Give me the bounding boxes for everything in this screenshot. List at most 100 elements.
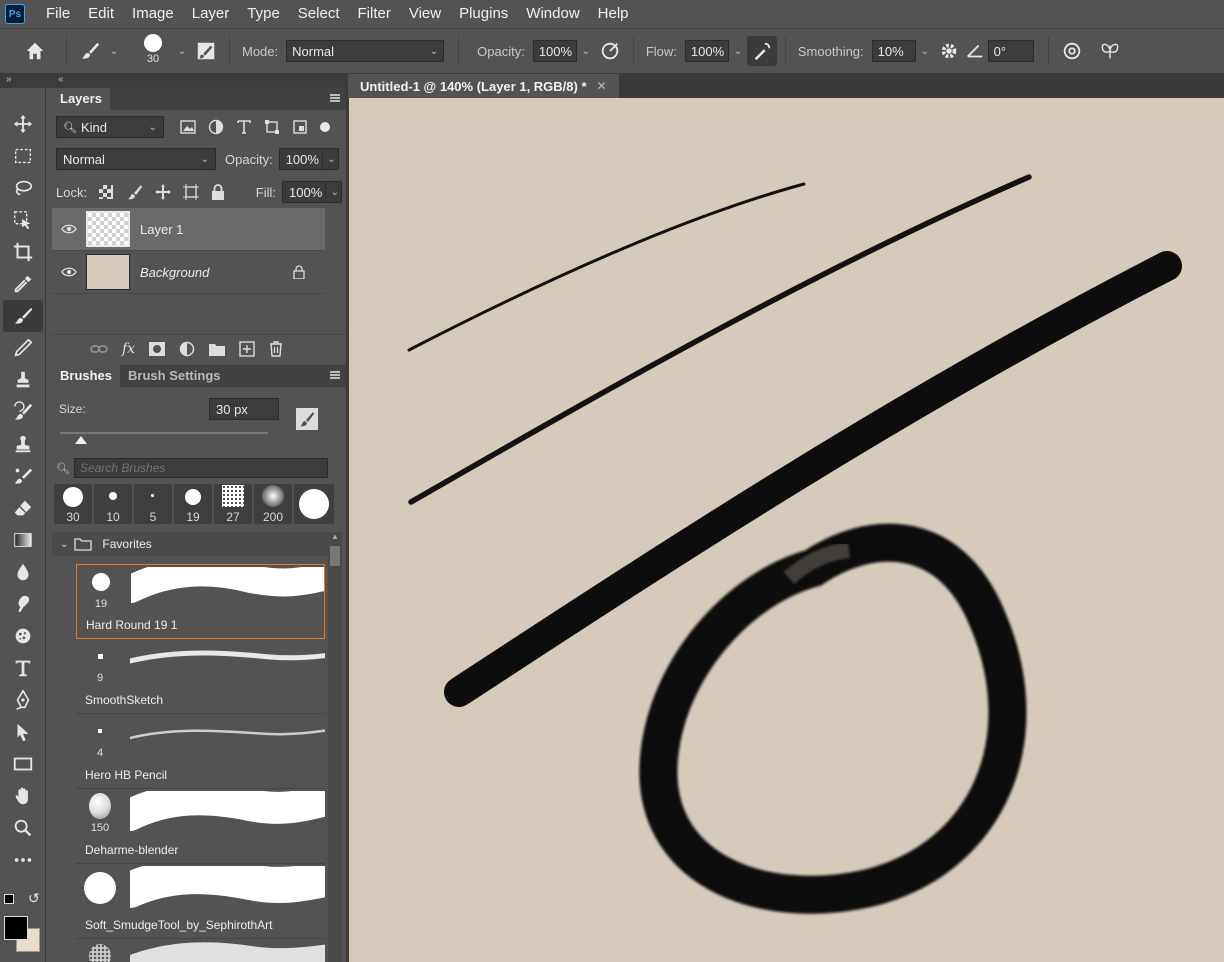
lock-artboard-icon[interactable] bbox=[183, 184, 200, 200]
filter-toggle-icon[interactable] bbox=[320, 122, 330, 132]
link-layers-icon[interactable] bbox=[90, 344, 108, 354]
new-layer-icon[interactable] bbox=[239, 340, 255, 357]
brush-group-favorites[interactable]: ⌄ Favorites bbox=[52, 532, 330, 556]
eye-icon[interactable] bbox=[52, 267, 86, 277]
flow-input[interactable]: 100% bbox=[684, 40, 729, 62]
airbrush-icon[interactable] bbox=[746, 36, 777, 66]
brush-item-smoothsketch[interactable]: 9 SmoothSketch bbox=[76, 639, 325, 714]
gear-icon[interactable] bbox=[934, 36, 964, 66]
layer-opacity-input[interactable]: 100% bbox=[278, 148, 323, 170]
lock-all-icon[interactable] bbox=[211, 184, 225, 200]
spot-healing-tool-icon[interactable] bbox=[3, 460, 43, 492]
eye-icon[interactable] bbox=[52, 224, 86, 234]
slider-thumb[interactable] bbox=[74, 436, 87, 444]
stamp-tool-icon[interactable] bbox=[3, 428, 43, 460]
chevron-down-icon[interactable]: ⌄ bbox=[577, 40, 595, 62]
menu-edit[interactable]: Edit bbox=[79, 0, 123, 28]
panel-menu-icon[interactable] bbox=[330, 94, 340, 102]
fill-input[interactable]: 100% bbox=[282, 181, 326, 203]
menu-view[interactable]: View bbox=[400, 0, 450, 28]
marquee-tool-icon[interactable] bbox=[3, 140, 43, 172]
preset-brush[interactable] bbox=[294, 484, 334, 524]
zoom-tool-icon[interactable] bbox=[3, 812, 43, 844]
path-selection-tool-icon[interactable] bbox=[3, 716, 43, 748]
menu-help[interactable]: Help bbox=[589, 0, 638, 28]
more-tools-icon[interactable] bbox=[3, 844, 43, 876]
chevron-down-icon[interactable]: ⌄ bbox=[322, 148, 339, 170]
angle-input[interactable]: 0° bbox=[987, 40, 1034, 62]
rectangle-tool-icon[interactable] bbox=[3, 748, 43, 780]
chevron-down-icon[interactable]: ⌄ bbox=[326, 181, 342, 203]
close-icon[interactable]: ✕ bbox=[597, 79, 607, 93]
canvas[interactable] bbox=[346, 98, 1224, 962]
scrollbar[interactable]: ▲ bbox=[328, 532, 342, 962]
pressure-size-icon[interactable] bbox=[1057, 36, 1087, 66]
swap-colors-icon[interactable]: ↺ bbox=[28, 890, 40, 907]
history-brush-tool-icon[interactable] bbox=[3, 396, 43, 428]
brush-size-picker[interactable]: 30 bbox=[133, 31, 173, 71]
brush-item-partial[interactable] bbox=[76, 939, 325, 962]
preset-brush[interactable]: 27 bbox=[214, 484, 252, 524]
eraser-tool-icon[interactable] bbox=[3, 492, 43, 524]
chevron-down-icon[interactable]: ⌄ bbox=[60, 539, 68, 550]
collapse-panels-icon[interactable]: « bbox=[58, 74, 64, 85]
object-selection-tool-icon[interactable] bbox=[3, 204, 43, 236]
adjustment-layer-icon[interactable] bbox=[179, 341, 195, 357]
brush-item-hero-pencil[interactable]: 4 Hero HB Pencil bbox=[76, 714, 325, 789]
tab-brush-settings[interactable]: Brush Settings bbox=[120, 365, 228, 387]
chevron-down-icon[interactable]: ⌄ bbox=[173, 40, 191, 62]
clone-stamp-tool-icon[interactable] bbox=[3, 364, 43, 396]
menu-filter[interactable]: Filter bbox=[349, 0, 400, 28]
layer-filter-select[interactable]: 🔍︎ Kind ⌄ bbox=[56, 116, 164, 138]
preset-brush[interactable]: 5 bbox=[134, 484, 172, 524]
chevron-down-icon[interactable]: ⌄ bbox=[916, 40, 934, 62]
lock-position-icon[interactable] bbox=[155, 184, 172, 200]
filter-pixel-icon[interactable] bbox=[180, 120, 196, 134]
brush-tool-preset-icon[interactable] bbox=[75, 36, 105, 66]
menu-window[interactable]: Window bbox=[517, 0, 588, 28]
size-input[interactable]: 30 px bbox=[209, 398, 279, 420]
filter-shape-icon[interactable] bbox=[264, 119, 280, 135]
smoothing-input[interactable]: 10% bbox=[871, 40, 916, 62]
tab-layers[interactable]: Layers bbox=[52, 88, 110, 110]
smudge-tool-icon[interactable] bbox=[3, 588, 43, 620]
layer-style-fx-icon[interactable]: fx bbox=[122, 341, 135, 357]
brush-item-hard-round[interactable]: 19 Hard Round 19 1 bbox=[76, 564, 325, 639]
move-tool-icon[interactable] bbox=[3, 108, 43, 140]
symmetry-butterfly-icon[interactable] bbox=[1095, 36, 1125, 66]
lock-pixels-icon[interactable] bbox=[127, 184, 143, 200]
default-colors-icon[interactable] bbox=[4, 894, 14, 904]
lock-transparent-icon[interactable] bbox=[99, 185, 114, 199]
sponge-tool-icon[interactable] bbox=[3, 620, 43, 652]
trash-icon[interactable] bbox=[269, 340, 283, 357]
opacity-input[interactable]: 100% bbox=[532, 40, 577, 62]
menu-layer[interactable]: Layer bbox=[183, 0, 239, 28]
menu-type[interactable]: Type bbox=[238, 0, 289, 28]
expand-toolbar-icon[interactable]: » bbox=[6, 74, 12, 85]
pencil-tool-icon[interactable] bbox=[3, 332, 43, 364]
brush-settings-toggle-icon[interactable] bbox=[296, 408, 318, 430]
preset-brush[interactable]: 19 bbox=[174, 484, 212, 524]
size-slider[interactable] bbox=[60, 432, 268, 444]
pen-tool-icon[interactable] bbox=[3, 684, 43, 716]
brush-item-soft-smudge[interactable]: Soft_SmudgeTool_by_SephirothArt bbox=[76, 864, 325, 939]
scrollbar-thumb[interactable] bbox=[330, 546, 340, 566]
layer-row-background[interactable]: Background bbox=[52, 251, 325, 294]
foreground-color-swatch[interactable] bbox=[4, 916, 28, 940]
gradient-tool-icon[interactable] bbox=[3, 524, 43, 556]
brush-tool-icon[interactable] bbox=[3, 300, 43, 332]
type-tool-icon[interactable] bbox=[3, 652, 43, 684]
lasso-tool-icon[interactable] bbox=[3, 172, 43, 204]
menu-select[interactable]: Select bbox=[289, 0, 349, 28]
chevron-up-icon[interactable]: ▲ bbox=[331, 532, 339, 541]
tab-brushes[interactable]: Brushes bbox=[52, 365, 121, 387]
menu-plugins[interactable]: Plugins bbox=[450, 0, 517, 28]
eyedropper-tool-icon[interactable] bbox=[3, 268, 43, 300]
chevron-down-icon[interactable]: ⌄ bbox=[105, 40, 123, 62]
chevron-down-icon[interactable]: ⌄ bbox=[729, 40, 747, 62]
brush-settings-icon[interactable] bbox=[191, 36, 221, 66]
crop-tool-icon[interactable] bbox=[3, 236, 43, 268]
search-brushes-input[interactable] bbox=[74, 458, 328, 478]
blend-mode-select[interactable]: Normal ⌄ bbox=[56, 148, 216, 170]
document-tab[interactable]: Untitled-1 @ 140% (Layer 1, RGB/8) * ✕ bbox=[348, 74, 619, 98]
